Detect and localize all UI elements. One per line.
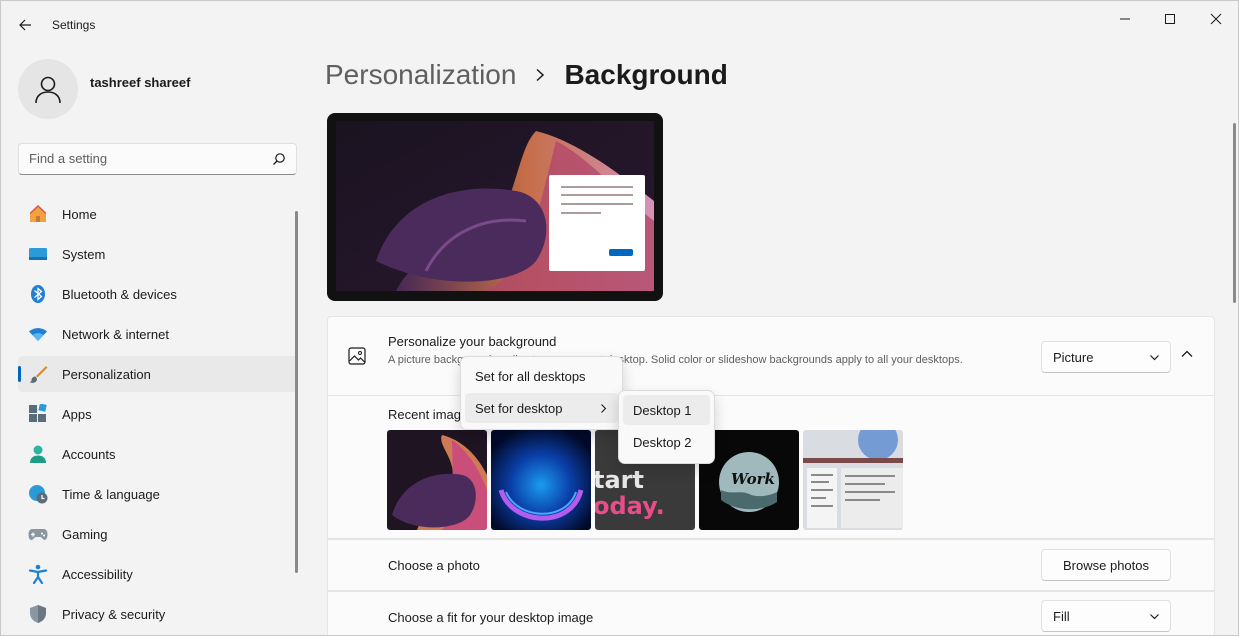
maximize-icon: [1165, 14, 1175, 24]
menu-item-set-all-desktops[interactable]: Set for all desktops: [465, 361, 618, 391]
app-title: Settings: [52, 18, 96, 32]
menu-item-label: Set for desktop: [475, 400, 563, 416]
choose-photo-label: Choose a photo: [388, 558, 480, 573]
maximize-button[interactable]: [1156, 7, 1184, 31]
chevron-right-icon: [534, 68, 546, 82]
sample-window: [549, 175, 645, 271]
menu-item-label: Desktop 1: [633, 402, 692, 418]
background-type-dropdown[interactable]: Picture: [1041, 341, 1171, 373]
sidebar-item-system[interactable]: System: [18, 236, 297, 272]
choose-fit-label: Choose a fit for your desktop image: [388, 610, 594, 625]
sidebar-item-label: Accessibility: [62, 566, 133, 582]
chevron-right-icon: [599, 402, 608, 417]
gamepad-icon: [28, 524, 48, 544]
menu-item-desktop-1[interactable]: Desktop 1: [623, 395, 710, 425]
background-setting-title: Personalize your background: [388, 334, 557, 349]
recent-image-5[interactable]: [803, 430, 903, 530]
apps-icon: [28, 404, 48, 424]
sidebar-item-gaming[interactable]: Gaming: [18, 516, 297, 552]
minimize-button[interactable]: [1111, 7, 1139, 31]
sidebar-item-label: Privacy & security: [62, 606, 166, 622]
accounts-icon: [28, 444, 48, 464]
sidebar-item-label: Accounts: [62, 446, 116, 462]
search-input[interactable]: [29, 151, 259, 166]
close-icon: [1210, 13, 1222, 25]
shield-icon: [28, 604, 48, 624]
chevron-down-icon: [1149, 610, 1160, 625]
sidebar-scrollbar[interactable]: [295, 211, 298, 573]
title-bar: Settings: [1, 1, 1238, 41]
user-icon: [35, 76, 61, 104]
context-menu: Set for all desktops Set for desktop: [460, 356, 623, 430]
sidebar-item-label: Personalization: [62, 366, 151, 382]
bluetooth-icon: [28, 284, 48, 304]
system-icon: [28, 244, 48, 264]
sidebar-nav: Home System Bluetooth & devices Network …: [18, 196, 297, 635]
recent-image-2[interactable]: [491, 430, 591, 530]
sidebar-item-privacy-security[interactable]: Privacy & security: [18, 596, 297, 632]
sidebar-item-accessibility[interactable]: Accessibility: [18, 556, 297, 592]
desktop-submenu: Desktop 1 Desktop 2: [618, 390, 715, 464]
fit-value: Fill: [1053, 609, 1070, 624]
search-box: [18, 143, 297, 175]
chevron-down-icon: [1149, 351, 1160, 366]
browse-photos-button[interactable]: Browse photos: [1041, 549, 1171, 581]
page-title: Background: [564, 59, 728, 90]
choose-fit-row: Choose a fit for your desktop image Fill: [327, 591, 1215, 635]
recent-image-1[interactable]: [387, 430, 487, 530]
avatar[interactable]: [18, 59, 78, 119]
sidebar-item-label: Gaming: [62, 526, 108, 542]
accessibility-icon: [28, 564, 48, 584]
sidebar-item-time-language[interactable]: Time & language: [18, 476, 297, 512]
user-name: tashreef shareef: [90, 75, 191, 90]
choose-photo-row: Choose a photo Browse photos: [327, 539, 1215, 591]
home-icon: [28, 204, 48, 224]
breadcrumb: Personalization Background: [325, 59, 728, 91]
thumbnail-text-bottom: oday.: [595, 492, 665, 520]
thumbnail-text-top: tart: [595, 466, 644, 494]
background-type-value: Picture: [1053, 350, 1094, 365]
sidebar-item-accounts[interactable]: Accounts: [18, 436, 297, 472]
settings-window: Settings tashreef shareef Home: [0, 0, 1239, 636]
sidebar-item-apps[interactable]: Apps: [18, 396, 297, 432]
close-button[interactable]: [1202, 7, 1230, 31]
minimize-icon: [1120, 18, 1130, 20]
brush-icon: [28, 364, 48, 384]
time-language-icon: [28, 484, 48, 504]
back-arrow-icon: [19, 19, 31, 31]
menu-item-label: Desktop 2: [633, 434, 692, 450]
wifi-icon: [28, 324, 48, 344]
sidebar-item-home[interactable]: Home: [18, 196, 297, 232]
back-button[interactable]: [13, 13, 37, 37]
chevron-up-icon[interactable]: [1180, 347, 1194, 366]
image-icon: [348, 347, 366, 370]
sidebar-item-network[interactable]: Network & internet: [18, 316, 297, 352]
sidebar-item-personalization[interactable]: Personalization: [18, 356, 297, 392]
sidebar-item-label: Apps: [62, 406, 92, 422]
thumbnail-text-work: Work: [731, 470, 775, 488]
menu-item-desktop-2[interactable]: Desktop 2: [623, 427, 710, 457]
breadcrumb-parent[interactable]: Personalization: [325, 59, 516, 91]
sidebar-item-label: Bluetooth & devices: [62, 286, 177, 302]
selection-indicator: [18, 366, 21, 382]
menu-item-label: Set for all desktops: [475, 368, 586, 384]
sidebar-item-label: Home: [62, 206, 97, 222]
desktop-preview: [327, 113, 663, 301]
sidebar-item-label: System: [62, 246, 106, 262]
search-icon[interactable]: [272, 152, 286, 171]
sidebar-item-bluetooth[interactable]: Bluetooth & devices: [18, 276, 297, 312]
sidebar-item-label: Network & internet: [62, 326, 169, 342]
sidebar-item-label: Time & language: [62, 486, 160, 502]
main-scrollbar[interactable]: [1233, 123, 1236, 303]
menu-item-set-for-desktop[interactable]: Set for desktop: [465, 393, 618, 423]
fit-dropdown[interactable]: Fill: [1041, 600, 1171, 632]
